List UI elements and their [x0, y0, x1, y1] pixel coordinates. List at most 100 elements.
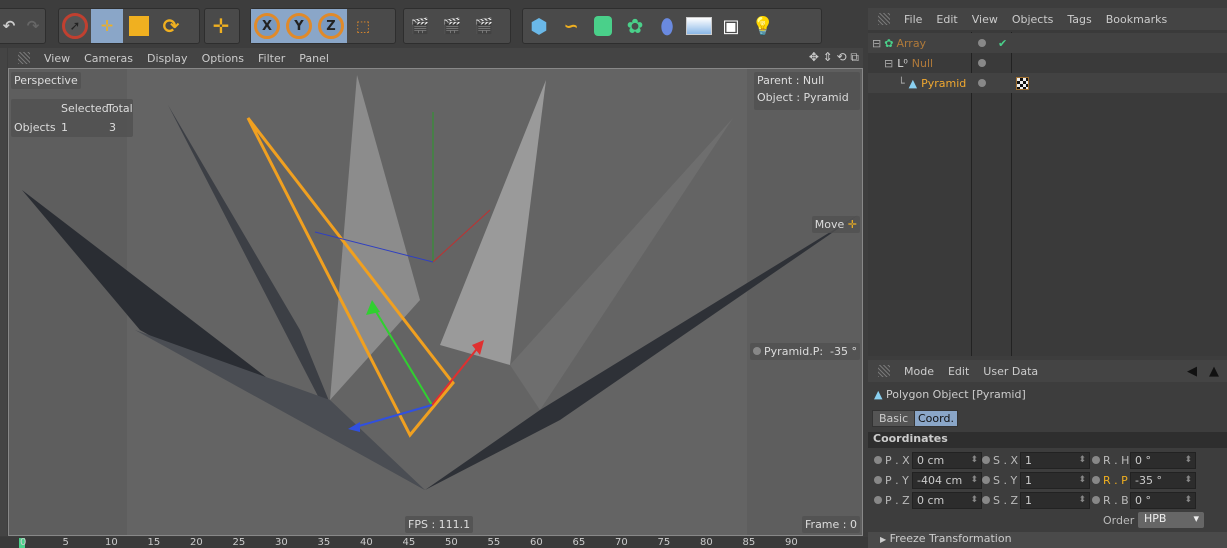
visibility-dot[interactable]: [978, 79, 986, 87]
keyframe-dot-icon[interactable]: [982, 496, 990, 504]
axis-group: X Y Z ⬚: [250, 8, 396, 44]
visibility-dot[interactable]: [978, 59, 986, 67]
object-row-pyramid[interactable]: └ ▲ Pyramid: [868, 73, 1227, 93]
coord-field[interactable]: 1: [1020, 472, 1090, 489]
menu-view[interactable]: View: [44, 52, 70, 65]
timeline-tick: 55: [487, 537, 501, 548]
render-picture-viewer-icon[interactable]: 🎬: [436, 9, 468, 43]
nav-back-icon[interactable]: ◀: [1187, 364, 1197, 379]
menu-edit[interactable]: Edit: [948, 365, 969, 378]
left-palette: [0, 48, 7, 536]
menu-view[interactable]: View: [972, 13, 998, 26]
keyframe-dot-icon[interactable]: [753, 347, 762, 355]
coord-field[interactable]: -404 cm: [912, 472, 982, 489]
menu-display[interactable]: Display: [147, 52, 188, 65]
y-axis-icon[interactable]: Y: [283, 9, 315, 43]
timeline-tick: 5: [62, 537, 69, 548]
object-row-array[interactable]: ⊟ ✿ Array ✔: [868, 33, 1227, 53]
z-axis-icon[interactable]: Z: [315, 9, 347, 43]
coord-field[interactable]: 1: [1020, 452, 1090, 469]
objects-group: ⬢ ∽ ✿ ⬮ ▣ 💡: [522, 8, 822, 44]
keyframe-dot-icon[interactable]: [982, 456, 990, 464]
select-icon[interactable]: ➚: [59, 9, 91, 43]
keyframe-dot-icon[interactable]: [1092, 496, 1100, 504]
coord-field[interactable]: 0 cm: [912, 492, 982, 509]
nurbs-icon[interactable]: [587, 9, 619, 43]
menu-edit[interactable]: Edit: [936, 13, 957, 26]
coord-label: S . Z: [982, 494, 1018, 507]
x-axis-icon[interactable]: X: [251, 9, 283, 43]
object-label: Object : Pyramid: [757, 91, 849, 104]
move-last-icon[interactable]: ✛: [205, 9, 237, 43]
object-name[interactable]: Array: [896, 37, 926, 50]
coord-field[interactable]: 0 °: [1130, 492, 1196, 509]
object-name[interactable]: Pyramid: [921, 77, 966, 90]
deformer-icon[interactable]: ⬮: [651, 9, 683, 43]
keyframe-dot-icon[interactable]: [1092, 476, 1100, 484]
menu-objects[interactable]: Objects: [1012, 13, 1054, 26]
camera-label[interactable]: Perspective: [11, 72, 81, 89]
render-view-icon[interactable]: 🎬: [404, 9, 436, 43]
menu-user-data[interactable]: User Data: [983, 365, 1038, 378]
collapse-icon[interactable]: ⊟: [884, 57, 893, 70]
menu-mode[interactable]: Mode: [904, 365, 934, 378]
object-title: ▲ Polygon Object [Pyramid]: [874, 388, 1026, 401]
camera-icon[interactable]: ▣: [715, 9, 747, 43]
timeline-tick: 0: [20, 537, 27, 548]
menu-cameras[interactable]: Cameras: [84, 52, 133, 65]
render-settings-icon[interactable]: 🎬: [468, 9, 500, 43]
viewport-nav-icons[interactable]: ✥ ⇕ ⟲ ⧉: [809, 50, 859, 65]
visibility-dot[interactable]: [978, 39, 986, 47]
menu-options[interactable]: Options: [202, 52, 244, 65]
timeline-ruler[interactable]: 0 5 10 15 20 25 30 35 40 45 50 55 60 65 70 75 80 85 90: [0, 537, 868, 548]
coord-field[interactable]: -35 °: [1130, 472, 1196, 489]
enabled-check-icon[interactable]: ✔: [998, 37, 1007, 50]
light-icon[interactable]: 💡: [747, 9, 779, 43]
coord-field[interactable]: 0 cm: [912, 452, 982, 469]
object-row-null[interactable]: ⊟ L⁰ Null: [868, 53, 1227, 73]
redo-icon[interactable]: ↷: [21, 9, 45, 43]
order-value: HPB: [1144, 512, 1167, 525]
collapse-icon[interactable]: ⊟: [872, 37, 881, 50]
spline-icon[interactable]: ∽: [555, 9, 587, 43]
frame-label: Frame : 0: [802, 516, 860, 533]
texture-tag-icon[interactable]: [1016, 76, 1029, 90]
menu-bookmarks[interactable]: Bookmarks: [1106, 13, 1167, 26]
coordinate-system-icon[interactable]: ⬚: [347, 9, 379, 43]
viewport-canvas[interactable]: Perspective Selected Total Objects 1 3 P…: [8, 68, 863, 536]
object-name[interactable]: Null: [912, 57, 933, 70]
keyframe-dot-icon[interactable]: [874, 476, 882, 484]
cube-icon[interactable]: ⬢: [523, 9, 555, 43]
floor-icon[interactable]: [683, 9, 715, 43]
tab-coord[interactable]: Coord.: [914, 410, 958, 427]
menu-tags[interactable]: Tags: [1067, 13, 1091, 26]
freeze-transformation-group[interactable]: ▶ Freeze Transformation: [868, 532, 1227, 548]
nav-up-icon[interactable]: ▲: [1209, 364, 1219, 379]
undo-icon[interactable]: ↶: [0, 9, 21, 43]
hud-parameter[interactable]: Pyramid.P: -35 °: [750, 343, 860, 360]
rotate-icon[interactable]: ⟳: [155, 9, 187, 43]
timeline-tick: 35: [317, 537, 331, 548]
keyframe-dot-icon[interactable]: [982, 476, 990, 484]
menu-panel[interactable]: Panel: [299, 52, 329, 65]
menu-file[interactable]: File: [904, 13, 922, 26]
timeline-tick: 60: [530, 537, 543, 548]
move-icon[interactable]: ✛: [91, 9, 123, 43]
keyframe-dot-icon[interactable]: [1092, 456, 1100, 464]
tab-basic[interactable]: Basic: [872, 410, 916, 427]
hud-info: Parent : Null Object : Pyramid: [754, 72, 860, 110]
scale-icon[interactable]: [123, 9, 155, 43]
coord-field[interactable]: 0 °: [1130, 452, 1196, 469]
grip-icon: [18, 52, 30, 64]
array-icon[interactable]: ✿: [619, 9, 651, 43]
label-text: P . X: [885, 454, 910, 467]
keyframe-dot-icon[interactable]: [874, 456, 882, 464]
move-icon: ✛: [847, 218, 857, 231]
order-dropdown[interactable]: HPB ▾: [1138, 512, 1204, 528]
tool-label: Move ✛: [811, 216, 860, 233]
tools-group: ➚ ✛ ⟳: [58, 8, 200, 44]
coord-field[interactable]: 1: [1020, 492, 1090, 509]
menu-filter[interactable]: Filter: [258, 52, 285, 65]
label-text: S . Z: [993, 494, 1019, 507]
keyframe-dot-icon[interactable]: [874, 496, 882, 504]
